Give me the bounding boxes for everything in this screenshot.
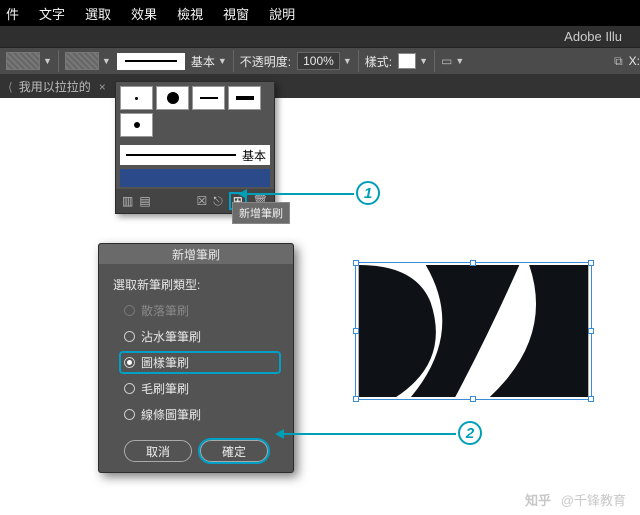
chevron-down-icon[interactable]: ▼ (455, 56, 464, 66)
brush-swatch[interactable] (156, 86, 189, 110)
watermark-author: @千锋教育 (561, 493, 626, 508)
brush-basic-label: 基本 (242, 147, 266, 164)
app-title: Adobe Illu (564, 29, 622, 44)
menu-item[interactable]: 選取 (85, 4, 111, 23)
dialog-select-label: 選取新筆刷類型: (113, 276, 279, 293)
radio-scatter-brush[interactable]: 散落筆刷 (121, 301, 279, 320)
x-label: X: (629, 54, 640, 68)
watermark-brand: 知乎 (525, 493, 551, 508)
separator (233, 50, 234, 72)
annotation-step-2: 2 (458, 421, 482, 445)
options-bar: ▼ ▼ 基本 ▼ 不透明度: 100% ▼ 樣式: ▼ ▭ ▼ ⧉ X: (0, 48, 640, 75)
brush-lib-menu-icon[interactable]: ▤ (139, 194, 150, 208)
align-icon[interactable]: ▭ (441, 54, 452, 68)
brush-thumbnail-row[interactable] (120, 169, 270, 187)
radio-art-brush[interactable]: 線條圖筆刷 (121, 405, 279, 424)
brush-swatch[interactable] (120, 113, 153, 137)
chevron-down-icon[interactable]: ▼ (218, 56, 227, 66)
selection-handle[interactable] (353, 260, 359, 266)
annotation-arrow (281, 433, 456, 435)
brush-lib-icon[interactable]: ▥ (122, 194, 133, 208)
app-title-strip: Adobe Illu (0, 26, 640, 48)
radio-pattern-brush[interactable]: 圖樣筆刷 (121, 353, 279, 372)
ok-button[interactable]: 確定 (200, 440, 268, 462)
chevron-down-icon[interactable]: ▼ (102, 56, 111, 66)
selection-handle[interactable] (353, 328, 359, 334)
annotation-step-1: 1 (356, 181, 380, 205)
brush-swatch[interactable] (192, 86, 225, 110)
cancel-button[interactable]: 取消 (124, 440, 192, 462)
style-swatch[interactable] (398, 53, 416, 69)
new-brush-tooltip: 新增筆刷 (232, 202, 290, 224)
style-label: 樣式: (365, 53, 392, 70)
tab-close-icon[interactable]: ⟨ (8, 80, 13, 94)
fill-swatch[interactable] (6, 52, 40, 70)
chevron-down-icon[interactable]: ▼ (343, 56, 352, 66)
annotation-arrowhead-icon (238, 189, 247, 199)
opacity-value[interactable]: 100% (297, 52, 340, 70)
new-brush-dialog: 新增筆刷 選取新筆刷類型: 散落筆刷 沾水筆筆刷 圖樣筆刷 毛刷筆刷 線條圖筆刷… (98, 243, 294, 473)
selection-handle[interactable] (470, 260, 476, 266)
break-link-icon[interactable]: ⎋ (213, 194, 223, 209)
chevron-down-icon[interactable]: ▼ (419, 56, 428, 66)
brush-swatch[interactable] (228, 86, 261, 110)
selection-handle[interactable] (588, 328, 594, 334)
brush-type-radio-group: 散落筆刷 沾水筆筆刷 圖樣筆刷 毛刷筆刷 線條圖筆刷 (113, 301, 279, 424)
menu-item[interactable]: 件 (6, 4, 19, 23)
transform-icon[interactable]: ⧉ (614, 54, 623, 69)
tab-close-icon[interactable]: × (99, 80, 106, 94)
selection-handle[interactable] (588, 396, 594, 402)
annotation-arrowhead-icon (275, 429, 284, 439)
menu-item[interactable]: 說明 (269, 4, 295, 23)
menu-item[interactable]: 效果 (131, 4, 157, 23)
selected-artwork[interactable] (355, 262, 592, 400)
document-tab[interactable]: 我用以拉拉的 (19, 78, 91, 95)
selection-handle[interactable] (588, 260, 594, 266)
chevron-down-icon[interactable]: ▼ (43, 56, 52, 66)
radio-bristle-brush[interactable]: 毛刷筆刷 (121, 379, 279, 398)
annotation-arrow (244, 193, 354, 195)
separator (358, 50, 359, 72)
watermark: 知乎 @千锋教育 (525, 490, 626, 509)
menu-item[interactable]: 視窗 (223, 4, 249, 23)
opacity-label: 不透明度: (240, 53, 291, 70)
brush-preview[interactable] (117, 53, 185, 70)
brush-swatch[interactable] (120, 86, 153, 110)
brush-basic-label: 基本 (191, 53, 215, 70)
mac-menu-bar: 件 文字 選取 效果 檢視 視窗 說明 (0, 0, 640, 26)
selection-handle[interactable] (470, 396, 476, 402)
dialog-title: 新增筆刷 (99, 244, 293, 264)
artwork-shape (356, 263, 591, 399)
brush-basic-row[interactable]: 基本 (120, 145, 270, 165)
menu-item[interactable]: 文字 (39, 4, 65, 23)
separator (434, 50, 435, 72)
brush-swatch-grid (116, 82, 274, 141)
radio-calligraphic-brush[interactable]: 沾水筆筆刷 (121, 327, 279, 346)
stroke-swatch[interactable] (65, 52, 99, 70)
menu-item[interactable]: 檢視 (177, 4, 203, 23)
separator (58, 50, 59, 72)
selection-handle[interactable] (353, 396, 359, 402)
brush-options-icon[interactable]: ☒ (196, 194, 207, 208)
document-tab-bar: ⟨ 我用以拉拉的 × (0, 75, 640, 98)
